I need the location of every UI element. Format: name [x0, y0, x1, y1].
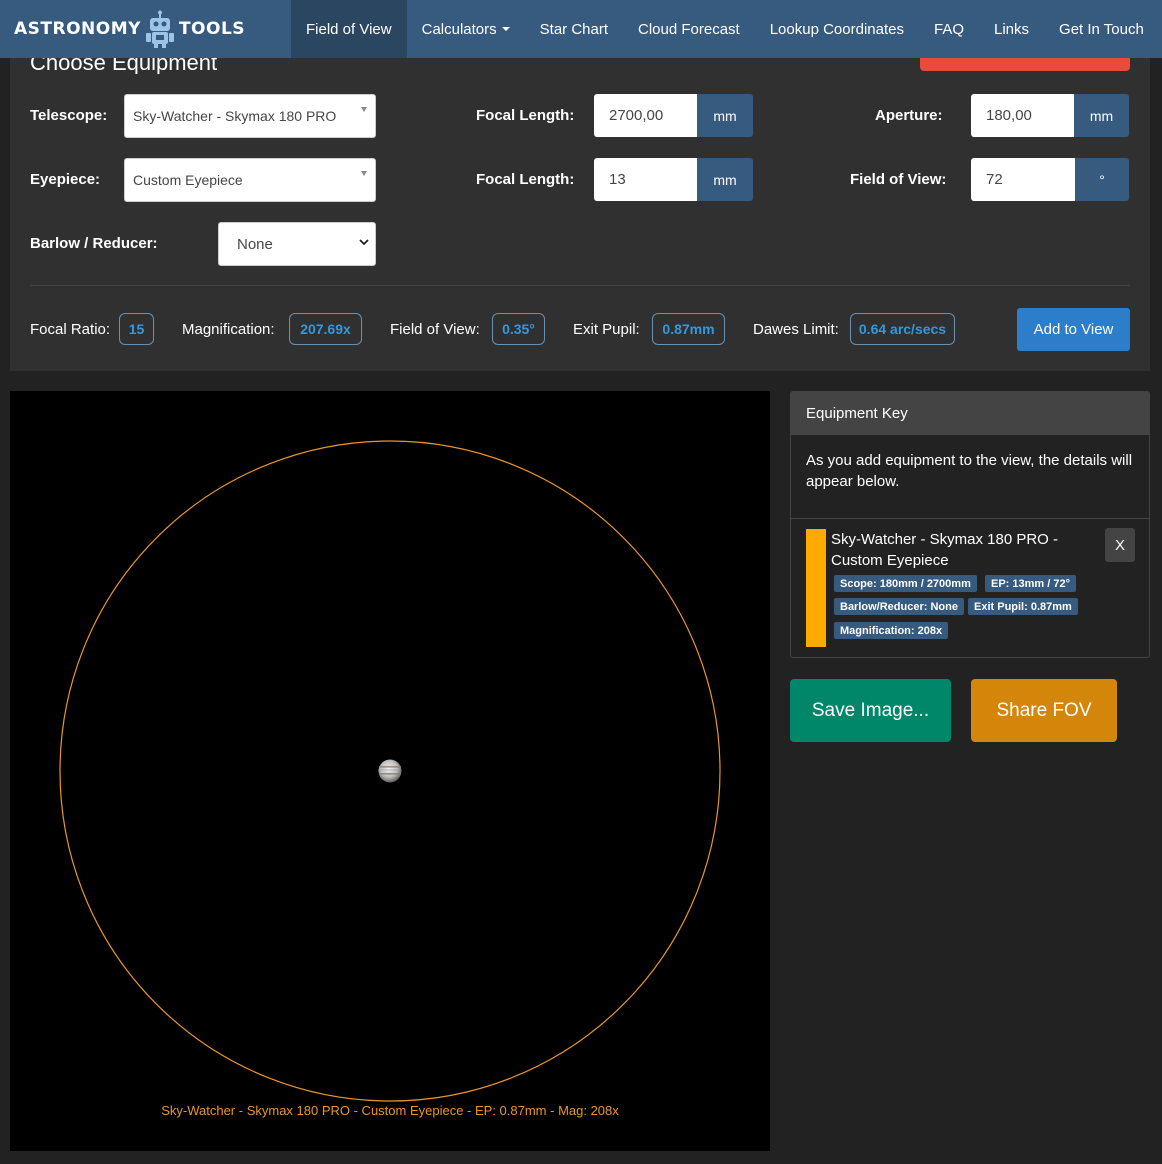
nav-label: Cloud Forecast	[638, 20, 740, 38]
aperture-unit: mm	[1074, 94, 1129, 137]
ep-focal-length-label: Focal Length:	[476, 171, 575, 188]
equipment-key-intro: As you add equipment to the view, the de…	[791, 435, 1149, 519]
ep-fov-unit: °	[1075, 158, 1129, 201]
jupiter-planet	[378, 759, 402, 783]
clear-equipment-button[interactable]	[920, 58, 1130, 71]
add-to-view-button[interactable]: Add to View	[1017, 308, 1130, 351]
save-image-button[interactable]: Save Image...	[790, 679, 951, 742]
dropdown-arrow-icon	[361, 107, 367, 112]
barlow-tag: Barlow/Reducer: None	[834, 598, 964, 615]
dropdown-arrow-icon	[361, 171, 367, 176]
exit-pupil-tag: Exit Pupil: 0.87mm	[968, 598, 1078, 615]
brand-text-left: ASTRONOMY	[14, 19, 141, 39]
equipment-key-item-name: Sky-Watcher - Skymax 180 PRO - Custom Ey…	[831, 531, 1058, 569]
barlow-label: Barlow / Reducer:	[30, 235, 158, 252]
magnification-label: Magnification:	[182, 321, 275, 338]
fov-result-label: Field of View:	[390, 321, 480, 338]
equipment-color-swatch	[806, 529, 826, 647]
eyepiece-label: Eyepiece:	[30, 171, 101, 188]
nav-label: Lookup Coordinates	[769, 20, 904, 38]
eyepiece-tag: EP: 13mm / 72°	[985, 575, 1076, 592]
nav-label: Get In Touch	[1059, 20, 1144, 38]
equipment-key-item: Sky-Watcher - Skymax 180 PRO - Custom Ey…	[791, 519, 1149, 657]
nav-label: Field of View	[306, 20, 392, 38]
ep-focal-length-input[interactable]: 13	[594, 158, 697, 201]
nav-item-faq[interactable]: FAQ	[919, 0, 979, 58]
scope-focal-length-label: Focal Length:	[476, 107, 575, 124]
magnification-value: 207.69x	[289, 313, 362, 345]
barlow-select[interactable]: None	[218, 222, 376, 266]
nav-menu: Field of View Calculators Star Chart Clo…	[291, 0, 1159, 58]
magnification-tag: Magnification: 208x	[834, 622, 949, 639]
remove-equipment-button[interactable]: X	[1105, 528, 1135, 562]
scope-tag: Scope: 180mm / 2700mm	[834, 575, 977, 592]
caret-down-icon	[501, 27, 510, 31]
nav-item-star-chart[interactable]: Star Chart	[525, 0, 623, 58]
brand-text-right: TOOLS	[178, 19, 246, 39]
ep-fov-input[interactable]: 72	[971, 158, 1075, 201]
fov-caption: Sky-Watcher - Skymax 180 PRO - Custom Ey…	[161, 1103, 619, 1118]
aperture-label: Aperture:	[875, 107, 943, 124]
focal-ratio-value: 15	[119, 313, 154, 345]
share-fov-button[interactable]: Share FOV	[971, 679, 1117, 742]
ep-fov-label: Field of View:	[850, 171, 947, 188]
focal-ratio-label: Focal Ratio:	[30, 321, 111, 338]
nav-item-get-in-touch[interactable]: Get In Touch	[1044, 0, 1159, 58]
scope-focal-unit: mm	[697, 94, 753, 137]
nav-item-lookup-coordinates[interactable]: Lookup Coordinates	[755, 0, 919, 58]
scope-focal-length-input[interactable]: 2700,00	[594, 94, 697, 137]
nav-label: FAQ	[933, 20, 964, 38]
fov-svg	[59, 440, 721, 1102]
nav-item-links[interactable]: Links	[979, 0, 1044, 58]
nav-item-calculators[interactable]: Calculators	[407, 0, 525, 58]
eyepiece-selected-value: Custom Eyepiece	[133, 172, 243, 188]
robot-logo-icon	[143, 10, 177, 48]
equipment-key-panel: Equipment Key As you add equipment to th…	[790, 391, 1150, 658]
ep-focal-unit: mm	[697, 158, 753, 201]
equipment-key-title: Equipment Key	[791, 392, 1149, 435]
divider	[30, 285, 1130, 286]
brand-logo[interactable]: ASTRONOMY TOOLS	[0, 0, 291, 58]
exit-pupil-value: 0.87mm	[652, 313, 725, 345]
telescope-selected-value: Sky-Watcher - Skymax 180 PRO	[133, 108, 337, 124]
nav-label: Links	[994, 20, 1030, 38]
fov-view-canvas[interactable]: Sky-Watcher - Skymax 180 PRO - Custom Ey…	[10, 391, 770, 1151]
chevron-down-icon	[359, 237, 369, 249]
nav-item-field-of-view[interactable]: Field of View	[291, 0, 407, 58]
dawes-limit-label: Dawes Limit:	[753, 321, 839, 338]
telescope-label: Telescope:	[30, 107, 108, 124]
barlow-selected-value: None	[237, 235, 273, 253]
equipment-panel: Choose Equipment Telescope: Sky-Watcher …	[10, 58, 1150, 371]
eyepiece-select[interactable]: Custom Eyepiece	[124, 158, 376, 202]
telescope-select[interactable]: Sky-Watcher - Skymax 180 PRO	[124, 94, 376, 138]
fov-result-value: 0.35°	[492, 313, 545, 345]
top-navbar: ASTRONOMY TOOLS Field of View Calculator…	[0, 0, 1162, 58]
aperture-input[interactable]: 180,00	[971, 94, 1074, 137]
exit-pupil-label: Exit Pupil:	[573, 321, 640, 338]
dawes-limit-value: 0.64 arc/secs	[850, 313, 955, 345]
nav-label: Star Chart	[539, 20, 608, 38]
nav-item-cloud-forecast[interactable]: Cloud Forecast	[623, 0, 755, 58]
nav-label: Calculators	[421, 20, 497, 38]
